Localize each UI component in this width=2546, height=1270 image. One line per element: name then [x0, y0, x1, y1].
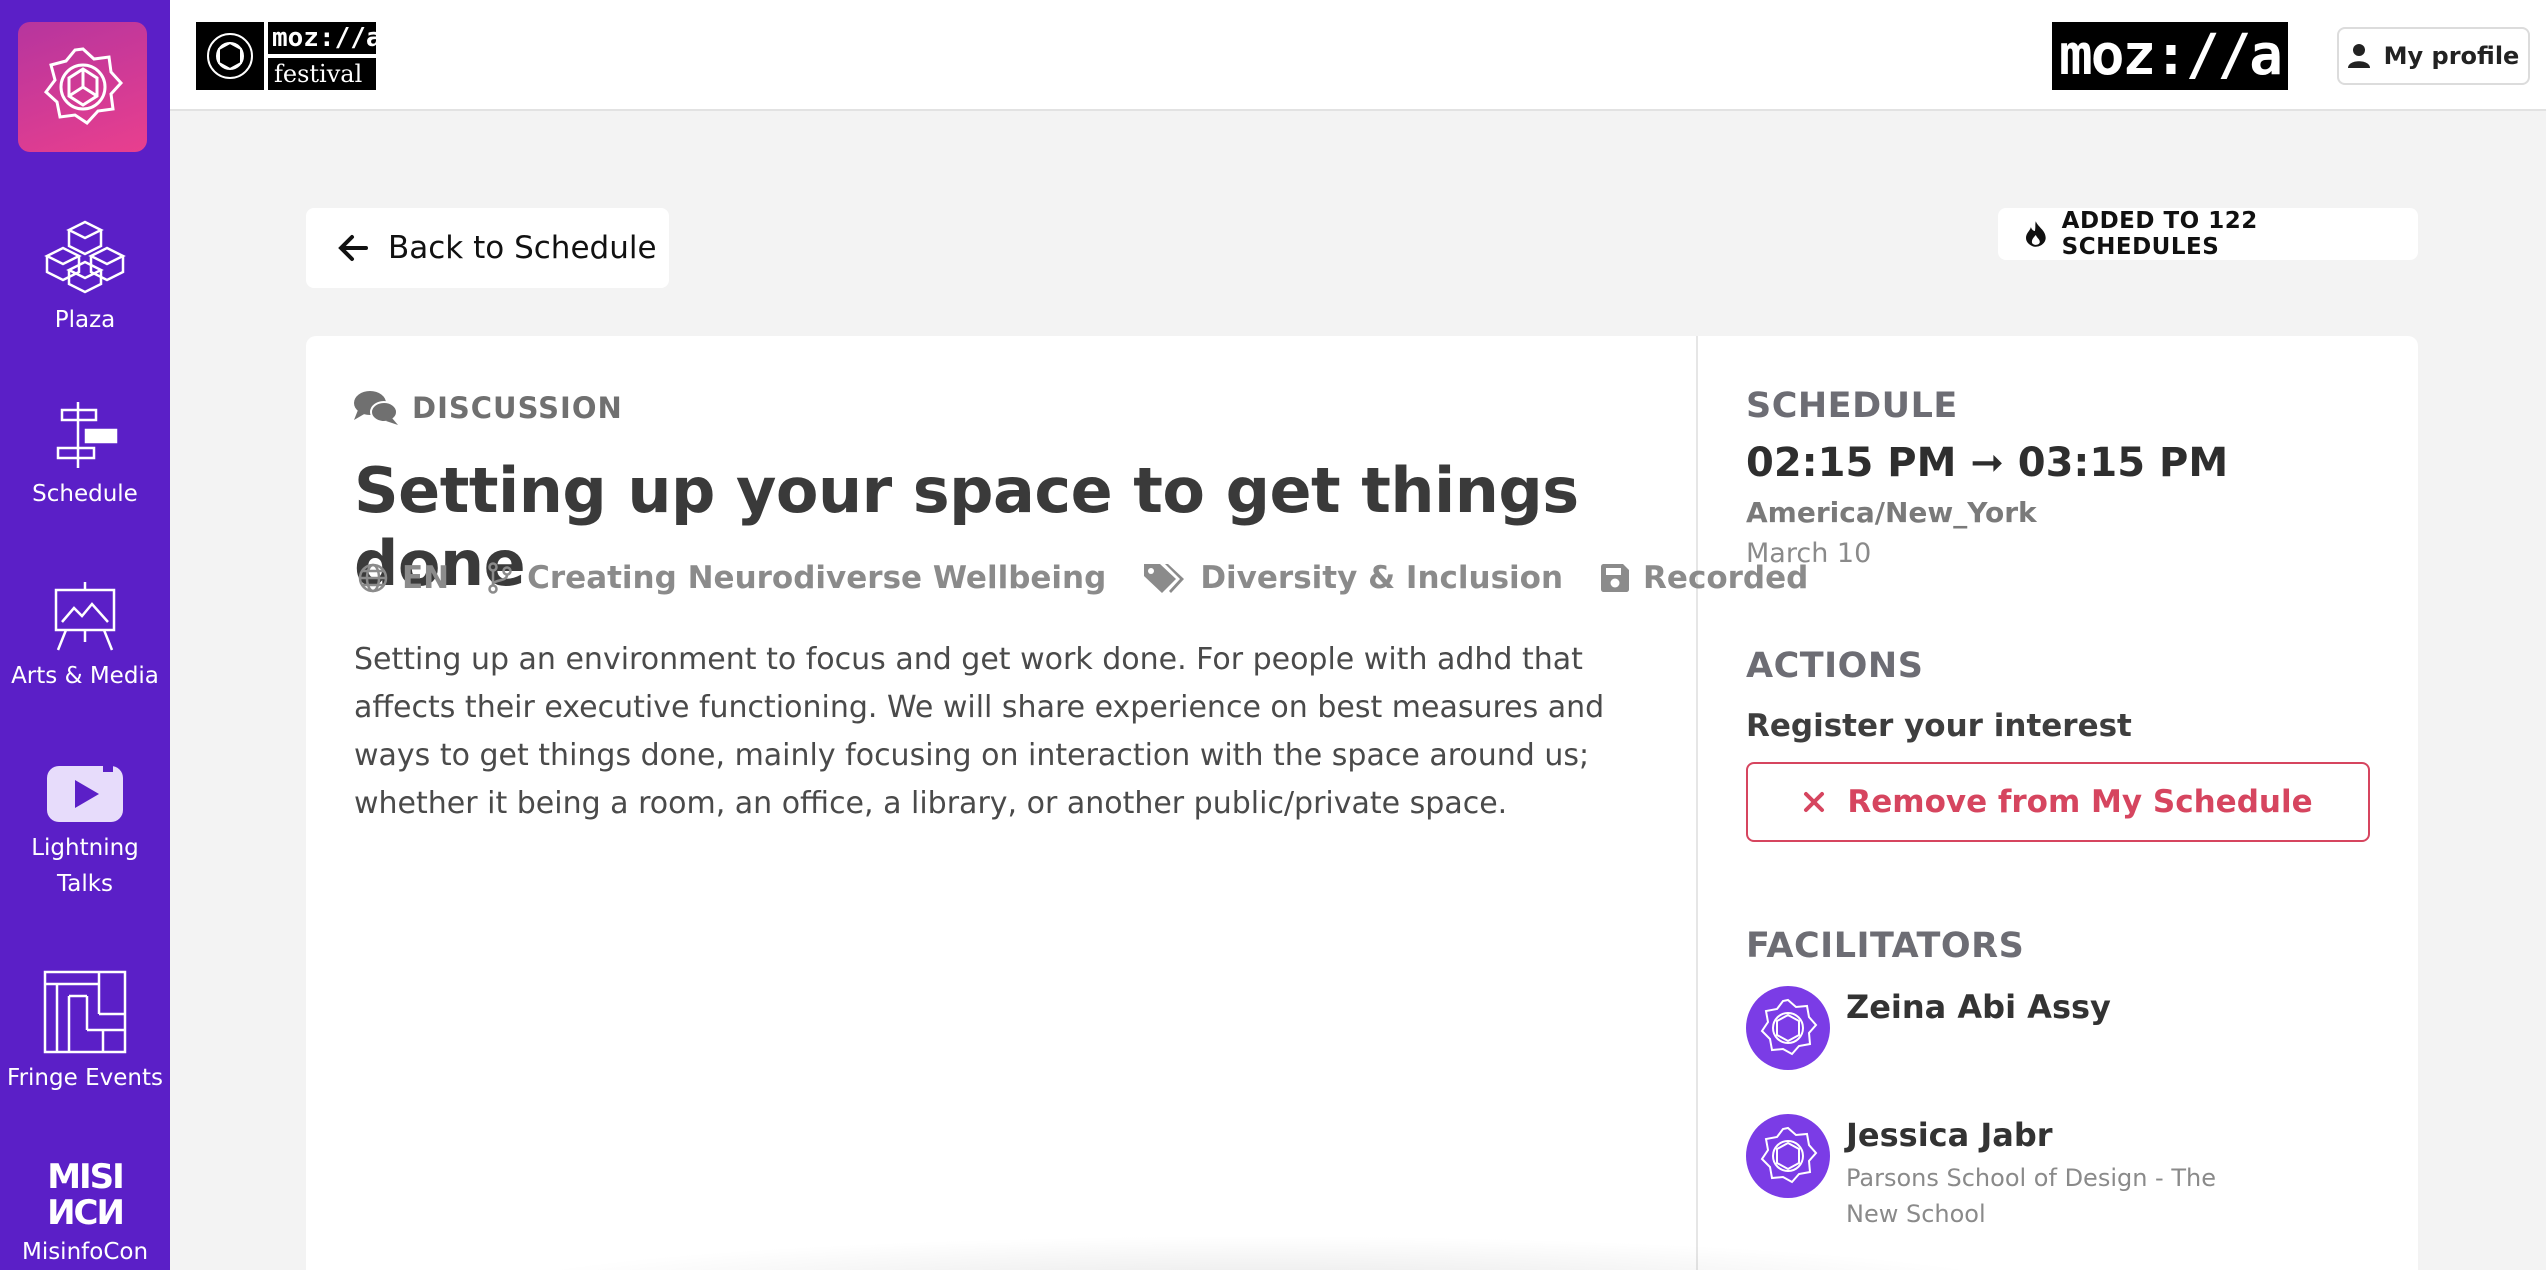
remove-from-schedule-button[interactable]: Remove from My Schedule: [1746, 762, 2370, 842]
language-meta: EN: [358, 560, 449, 596]
schedule-count-badge: ADDED TO 122 SCHEDULES: [1998, 208, 2418, 260]
misinfocon-icon: MISI ИСИ: [47, 1157, 125, 1228]
facilitator-item[interactable]: Jessica Jabr Parsons School of Design - …: [1746, 1114, 2266, 1232]
globe-icon: [358, 563, 388, 593]
end-time: 03:15 PM: [2017, 440, 2229, 486]
sidebar-item-label: Arts & Media: [11, 663, 159, 689]
facilitator-affiliation: Parsons School of Design - The New Schoo…: [1846, 1164, 2216, 1228]
facilitator-name: Jessica Jabr: [1846, 1116, 2053, 1154]
tags-icon: [1144, 564, 1185, 593]
facilitators-heading: FACILITATORS: [1746, 926, 2025, 966]
facilitator-item[interactable]: Zeina Abi Assy: [1746, 986, 2111, 1070]
session-type: DISCUSSION: [354, 390, 623, 426]
back-to-schedule-label: Back to Schedule: [388, 230, 657, 266]
my-profile-button[interactable]: My profile: [2337, 27, 2530, 85]
actions-heading: ACTIONS: [1746, 646, 1924, 686]
session-card: DISCUSSION Setting up your space to get …: [306, 336, 2418, 1270]
back-to-schedule-button[interactable]: Back to Schedule: [306, 208, 669, 288]
remove-from-schedule-label: Remove from My Schedule: [1847, 784, 2313, 820]
space-label: Creating Neurodiverse Wellbeing: [527, 560, 1107, 596]
mozfest-flower-icon: [1760, 998, 1818, 1056]
sidebar-item-label: Schedule: [32, 481, 138, 507]
register-interest-label: Register your interest: [1746, 708, 2132, 744]
facilitator-info: Jessica Jabr Parsons School of Design - …: [1846, 1114, 2266, 1232]
sidebar-item-label: MisinfoCon: [21, 1239, 149, 1265]
schedule-heading: SCHEDULE: [1746, 386, 1958, 426]
sidebar-item-plaza[interactable]: Plaza: [0, 218, 170, 338]
my-profile-label: My profile: [2383, 42, 2520, 70]
mozfest-home-logo[interactable]: [18, 22, 147, 152]
save-disk-icon: [1601, 564, 1630, 592]
arrow-right-icon: ➞: [1970, 440, 2004, 486]
sidebar-item-label: Plaza: [54, 307, 116, 333]
user-icon: [2347, 44, 2370, 68]
sidebar-item-misinfocon[interactable]: MISI ИСИ MisinfoCon: [0, 1156, 170, 1270]
mozfest-flower-icon: [43, 47, 123, 125]
sidebar-item-arts-media[interactable]: Arts & Media: [0, 580, 170, 694]
column-divider: [1696, 336, 1698, 1270]
discussion-icon: [354, 391, 398, 425]
sidebar-item-label: Lightning Talks: [31, 835, 139, 897]
start-time: 02:15 PM: [1746, 440, 1957, 486]
space-meta[interactable]: Creating Neurodiverse Wellbeing: [487, 560, 1106, 596]
logo-text-top: moz://a: [272, 23, 382, 53]
sidebar-item-lightning-talks[interactable]: Lightning Talks: [0, 764, 170, 902]
fire-icon: [2026, 221, 2046, 247]
session-meta: EN Creating Neurodiverse Wellbeing Diver…: [358, 560, 1846, 596]
branch-icon: [488, 562, 512, 594]
sidebar: Plaza Schedule Arts & Media Lightning Ta…: [0, 0, 170, 1270]
svg-text:ИСИ: ИСИ: [47, 1193, 123, 1228]
facilitator-info: Zeina Abi Assy: [1846, 986, 2111, 1070]
logo-text-bottom: festival: [274, 60, 363, 88]
language-label: EN: [402, 560, 450, 596]
sidebar-item-fringe-events[interactable]: Fringe Events: [0, 970, 170, 1096]
sidebar-item-schedule[interactable]: Schedule: [0, 400, 170, 512]
session-time: 02:15 PM ➞ 03:15 PM: [1746, 440, 2228, 486]
timezone: America/New_York: [1746, 496, 2037, 529]
avatar: [1746, 986, 1830, 1070]
avatar: [1746, 1114, 1830, 1198]
session-description: Setting up an environment to focus and g…: [354, 642, 1605, 821]
mozfest-logo[interactable]: moz://a festival: [196, 22, 382, 90]
facilitator-name: Zeina Abi Assy: [1846, 988, 2111, 1026]
top-bar: moz://a festival moz://a My profile: [170, 0, 2546, 111]
arts-media-icon: [54, 582, 116, 651]
plaza-icon: [44, 220, 126, 294]
sidebar-item-label: Fringe Events: [7, 1065, 163, 1091]
bottom-shadow: [460, 1235, 2060, 1270]
mozfest-flower-icon: [1760, 1126, 1818, 1184]
tag-meta[interactable]: Diversity & Inclusion: [1144, 560, 1563, 596]
schedule-icon: [56, 402, 118, 468]
session-date: March 10: [1746, 538, 1872, 569]
svg-text:MISI: MISI: [47, 1157, 123, 1197]
close-icon: [1804, 792, 1825, 812]
schedule-count-label: ADDED TO 122 SCHEDULES: [2061, 208, 2258, 260]
lightning-talks-icon: [47, 764, 123, 822]
mozilla-brand-logo[interactable]: moz://a: [2052, 22, 2288, 90]
session-type-label: DISCUSSION: [412, 391, 623, 425]
tag-label: Diversity & Inclusion: [1200, 560, 1564, 596]
fringe-events-icon: [43, 970, 127, 1054]
arrow-left-icon: [338, 235, 368, 261]
